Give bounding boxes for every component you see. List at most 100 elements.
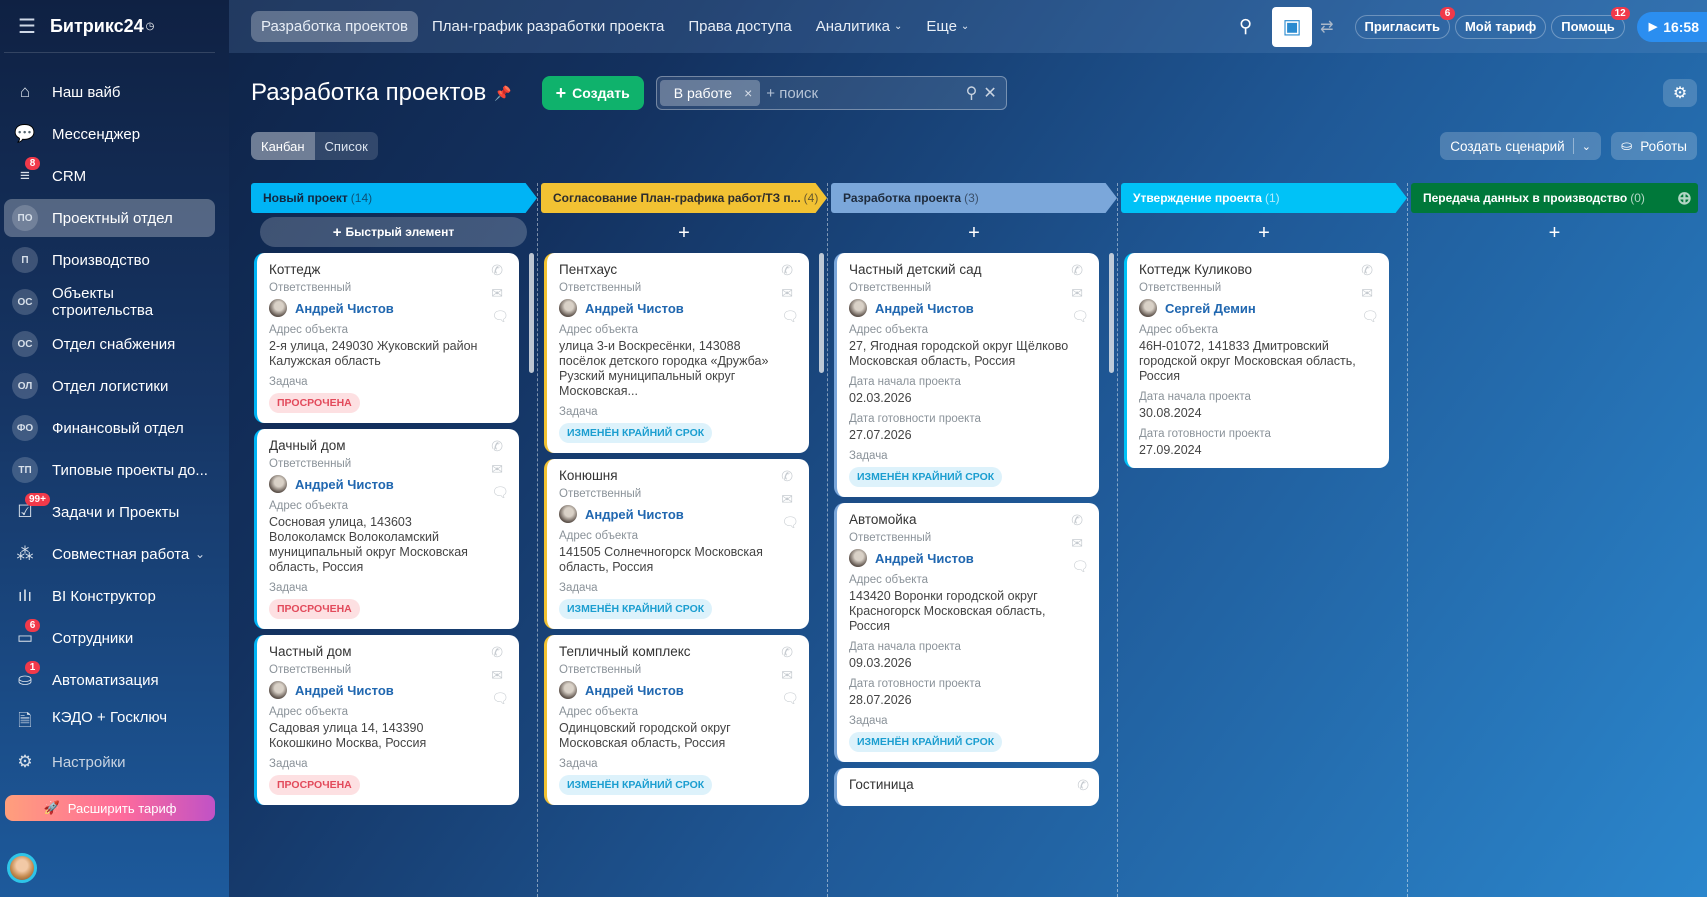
deal-card[interactable]: Конюшня ✆ ✉ 🗨 Ответственный Андрей Чистов Адре… (544, 459, 809, 629)
chat-icon[interactable]: 🗨 (1361, 307, 1379, 325)
chat-icon[interactable]: 🗨 (781, 513, 799, 531)
sidebar-item[interactable]: ОС Объекты строительства (4, 283, 215, 321)
sidebar-item[interactable]: ıIı BI Конструктор (4, 577, 215, 615)
tab-project-development[interactable]: Разработка проектов (251, 11, 419, 42)
filter-chip[interactable]: В работе × (659, 80, 761, 106)
avatar[interactable] (559, 681, 577, 699)
chat-icon[interactable]: 🗨 (1071, 307, 1089, 325)
mail-icon[interactable]: ✉ (491, 284, 509, 302)
card-title[interactable]: Частный дом (269, 643, 507, 660)
help-button[interactable]: Помощь 12 (1551, 6, 1630, 39)
sidebar-item[interactable]: ⌂ Наш вайб (4, 73, 215, 111)
column-header[interactable]: Утверждение проекта (1) (1121, 183, 1407, 213)
close-icon[interactable]: × (744, 85, 752, 101)
sidebar-item[interactable]: 🗎 КЭДО + Госключ (4, 703, 215, 729)
column-header[interactable]: Передача данных в производство (0) ⊕ (1411, 183, 1698, 213)
column-header[interactable]: Разработка проекта (3) (831, 183, 1117, 213)
logo[interactable]: Битрикс24 (50, 16, 144, 37)
column-header[interactable]: Новый проект (14) (251, 183, 537, 213)
sidebar-item[interactable]: 💬 Мессенджер (4, 115, 215, 153)
column-header[interactable]: Согласование План-графика работ/ТЗ п...(… (541, 183, 827, 213)
deal-card[interactable]: Дачный дом ✆ ✉ 🗨 Ответственный Андрей Чистов А… (254, 429, 519, 629)
tab-analytics[interactable]: Аналитика ⌄ (806, 11, 913, 42)
mail-icon[interactable]: ✉ (1071, 534, 1089, 552)
phone-icon[interactable]: ✆ (1361, 261, 1379, 279)
chat-icon[interactable]: 🗨 (491, 483, 509, 501)
person-link[interactable]: Андрей Чистов (875, 551, 974, 566)
sidebar-item[interactable]: ОС Отдел снабжения (4, 325, 215, 363)
deal-card[interactable]: Пентхаус ✆ ✉ 🗨 Ответственный Андрей Чистов Адр… (544, 253, 809, 453)
mail-icon[interactable]: ✉ (491, 460, 509, 478)
search-icon[interactable]: ⚲ (1239, 16, 1252, 37)
avatar[interactable] (269, 299, 287, 317)
workday-timer-button[interactable]: ▶ 16:58 (1636, 11, 1707, 42)
deal-card[interactable]: Коттедж ✆ ✉ 🗨 Ответственный Андрей Чистов Адре… (254, 253, 519, 423)
view-list[interactable]: Список (315, 132, 378, 160)
deal-card[interactable]: Тепличный комплекс ✆ ✉ 🗨 Ответственный Андрей… (544, 635, 809, 805)
add-stage-icon[interactable]: ⊕ (1677, 188, 1692, 209)
sidebar-item[interactable]: ТП Типовые проекты до... (4, 451, 215, 489)
menu-icon[interactable]: ☰ (18, 14, 36, 39)
mail-icon[interactable]: ✉ (1361, 284, 1379, 302)
deal-card[interactable]: Частный дом ✆ ✉ 🗨 Ответственный Андрей Чистов… (254, 635, 519, 805)
phone-icon[interactable]: ✆ (1077, 776, 1089, 794)
search-icon[interactable]: ⚲ (966, 83, 978, 103)
card-title[interactable]: Пентхаус (559, 261, 797, 278)
card-title[interactable]: Коттедж Куликово (1139, 261, 1377, 278)
view-kanban[interactable]: Канбан (251, 132, 315, 160)
create-scenario-button[interactable]: Создать сценарий ⌄ (1440, 132, 1601, 160)
sidebar-item[interactable]: ▭ 6 Сотрудники (4, 619, 215, 657)
invite-button[interactable]: Пригласить 6 (1354, 6, 1455, 39)
add-card-button[interactable]: + (831, 213, 1117, 253)
card-title[interactable]: Гостиница (849, 776, 1087, 793)
deal-card[interactable]: Частный детский сад ✆ ✉ 🗨 Ответственный Андре… (834, 253, 1099, 497)
add-card-button[interactable]: + (1411, 213, 1698, 253)
chevron-down-icon[interactable]: ⌄ (1582, 140, 1591, 153)
quick-add-button[interactable]: + Быстрый элемент (260, 217, 527, 247)
chat-icon[interactable]: 🗨 (1071, 557, 1089, 575)
expand-tariff-button[interactable]: 🚀 Расширить тариф (5, 795, 215, 821)
phone-icon[interactable]: ✆ (491, 643, 509, 661)
user-avatar[interactable] (7, 853, 37, 883)
phone-icon[interactable]: ✆ (1071, 511, 1089, 529)
avatar[interactable] (559, 299, 577, 317)
card-title[interactable]: Дачный дом (269, 437, 507, 454)
card-title[interactable]: Частный детский сад (849, 261, 1087, 278)
person-link[interactable]: Андрей Чистов (585, 507, 684, 522)
mail-icon[interactable]: ✉ (781, 284, 799, 302)
person-link[interactable]: Андрей Чистов (585, 301, 684, 316)
avatar[interactable] (849, 549, 867, 567)
avatar[interactable] (849, 299, 867, 317)
sidebar-item[interactable]: ПО Проектный отдел (4, 199, 215, 237)
settings-sliders-icon[interactable]: ⇄ (1320, 17, 1333, 37)
person-link[interactable]: Андрей Чистов (295, 301, 394, 316)
sidebar-item[interactable]: ФО Финансовый отдел (4, 409, 215, 447)
card-title[interactable]: Автомойка (849, 511, 1087, 528)
person-link[interactable]: Сергей Демин (1165, 301, 1256, 316)
avatar[interactable] (269, 681, 287, 699)
deal-card[interactable]: Гостиница ✆ (834, 768, 1099, 806)
chat-icon[interactable]: 🗨 (781, 307, 799, 325)
chat-icon[interactable]: 🗨 (491, 307, 509, 325)
card-title[interactable]: Коттедж (269, 261, 507, 278)
sidebar-item[interactable]: ≡ 8 CRM (4, 157, 215, 195)
portal-logo[interactable]: ▣ (1272, 6, 1313, 47)
avatar[interactable] (559, 505, 577, 523)
robots-button[interactable]: ⛀ Роботы (1610, 132, 1697, 160)
deal-card[interactable]: Автомойка ✆ ✉ 🗨 Ответственный Андрей Чистов Ад… (834, 503, 1099, 762)
settings-button[interactable]: ⚙ (1663, 79, 1697, 107)
card-title[interactable]: Конюшня (559, 467, 797, 484)
mail-icon[interactable]: ✉ (781, 666, 799, 684)
mail-icon[interactable]: ✉ (491, 666, 509, 684)
clear-icon[interactable]: ✕ (983, 83, 996, 103)
mail-icon[interactable]: ✉ (781, 490, 799, 508)
add-card-button[interactable]: + (541, 213, 827, 253)
sidebar-item-settings[interactable]: ⚙ Настройки (4, 743, 215, 781)
phone-icon[interactable]: ✆ (781, 467, 799, 485)
sidebar-item[interactable]: ☑ 99+ Задачи и Проекты (4, 493, 215, 531)
sidebar-item[interactable]: ОЛ Отдел логистики (4, 367, 215, 405)
chat-icon[interactable]: 🗨 (491, 689, 509, 707)
phone-icon[interactable]: ✆ (781, 643, 799, 661)
sidebar-item[interactable]: П Производство (4, 241, 215, 279)
person-link[interactable]: Андрей Чистов (295, 477, 394, 492)
